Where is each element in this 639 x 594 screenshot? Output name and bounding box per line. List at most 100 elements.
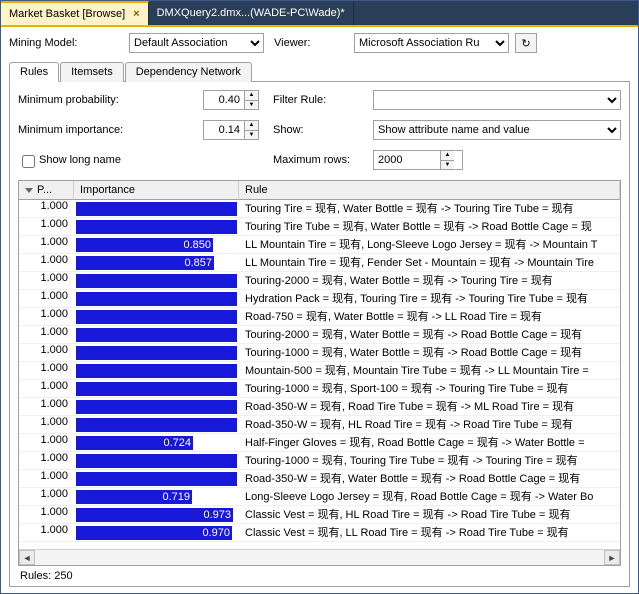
cell-rule: Long-Sleeve Logo Jersey = 现有, Road Bottl…: [239, 488, 620, 505]
cell-rule: Hydration Pack = 现有, Touring Tire = 现有 -…: [239, 290, 620, 307]
table-row[interactable]: 1.0000.719Long-Sleeve Logo Jersey = 现有, …: [19, 488, 620, 506]
cell-probability: 1.000: [19, 362, 74, 379]
table-row[interactable]: 1.0001...Road-350-W = 现有, Road Tire Tube…: [19, 398, 620, 416]
spin-down-icon[interactable]: ▼: [441, 161, 454, 170]
min-imp-input[interactable]: [204, 121, 244, 139]
col-header-rule[interactable]: Rule: [239, 181, 620, 200]
cell-rule: Touring-2000 = 现有, Water Bottle = 现有 -> …: [239, 272, 620, 289]
table-row[interactable]: 1.0001...Touring-1000 = 现有, Touring Tire…: [19, 452, 620, 470]
panel-footer: Rules: 250: [18, 566, 621, 582]
cell-probability: 1.000: [19, 272, 74, 289]
col-header-probability[interactable]: P...: [19, 181, 74, 200]
cell-importance: 1...: [74, 218, 239, 235]
table-row[interactable]: 1.0001...Touring Tire Tube = 现有, Water B…: [19, 218, 620, 236]
cell-probability: 1.000: [19, 506, 74, 523]
tab-market-basket[interactable]: Market Basket [Browse] ×: [1, 1, 149, 25]
min-prob-label: Minimum probability:: [18, 94, 119, 106]
max-rows-spinner[interactable]: ▲▼: [373, 150, 463, 170]
min-imp-spinner[interactable]: ▲▼: [203, 120, 259, 140]
tab-label: DMXQuery2.dmx...(WADE-PC\Wade)*: [157, 7, 345, 19]
viewer-label: Viewer:: [274, 37, 324, 49]
table-row[interactable]: 1.0001...Road-350-W = 现有, Water Bottle =…: [19, 470, 620, 488]
filter-rule-select[interactable]: [373, 90, 621, 110]
table-row[interactable]: 1.0000.970Classic Vest = 现有, LL Road Tir…: [19, 524, 620, 542]
close-icon[interactable]: ×: [133, 8, 139, 20]
table-row[interactable]: 1.0001...Touring Tire = 现有, Water Bottle…: [19, 200, 620, 218]
min-prob-spinner[interactable]: ▲▼: [203, 90, 259, 110]
cell-probability: 1.000: [19, 290, 74, 307]
cell-probability: 1.000: [19, 416, 74, 433]
cell-importance: 1...: [74, 272, 239, 289]
rules-panel: Minimum probability: ▲▼ Filter Rule: Min…: [9, 82, 630, 587]
cell-importance: 1...: [74, 416, 239, 433]
table-row[interactable]: 1.0001...Road-750 = 现有, Water Bottle = 现…: [19, 308, 620, 326]
cell-rule: Touring Tire = 现有, Water Bottle = 现有 -> …: [239, 200, 620, 217]
cell-importance: 0.857: [74, 254, 239, 271]
show-select[interactable]: Show attribute name and value: [373, 120, 621, 140]
mining-model-label: Mining Model:: [9, 37, 129, 49]
scroll-right-icon[interactable]: ►: [604, 550, 620, 565]
cell-rule: Classic Vest = 现有, HL Road Tire = 现有 -> …: [239, 506, 620, 523]
cell-rule: Road-350-W = 现有, Water Bottle = 现有 -> Ro…: [239, 470, 620, 487]
content-area: Mining Model: Default Association Viewer…: [1, 25, 638, 593]
cell-probability: 1.000: [19, 434, 74, 451]
cell-rule: Mountain-500 = 现有, Mountain Tire Tube = …: [239, 362, 620, 379]
cell-probability: 1.000: [19, 344, 74, 361]
spin-down-icon[interactable]: ▼: [245, 131, 258, 140]
show-long-name-checkbox[interactable]: [22, 155, 35, 168]
cell-importance: 1...: [74, 290, 239, 307]
spin-up-icon[interactable]: ▲: [245, 121, 258, 131]
cell-importance: 1...: [74, 398, 239, 415]
cell-probability: 1.000: [19, 236, 74, 253]
spin-up-icon[interactable]: ▲: [441, 151, 454, 161]
spin-down-icon[interactable]: ▼: [245, 101, 258, 110]
cell-importance: 1...: [74, 362, 239, 379]
table-row[interactable]: 1.0001...Mountain-500 = 现有, Mountain Tir…: [19, 362, 620, 380]
table-row[interactable]: 1.0001...Road-350-W = 现有, HL Road Tire =…: [19, 416, 620, 434]
subtab-itemsets[interactable]: Itemsets: [60, 62, 124, 82]
col-header-importance[interactable]: Importance: [74, 181, 239, 200]
subtab-dependency-network[interactable]: Dependency Network: [125, 62, 252, 82]
cell-probability: 1.000: [19, 308, 74, 325]
subtab-rules[interactable]: Rules: [9, 62, 59, 82]
cell-importance: 1...: [74, 452, 239, 469]
grid-body[interactable]: 1.0001...Touring Tire = 现有, Water Bottle…: [19, 200, 620, 549]
refresh-icon: ↻: [521, 37, 530, 50]
table-row[interactable]: 1.0001...Touring-2000 = 现有, Water Bottle…: [19, 272, 620, 290]
cell-probability: 1.000: [19, 452, 74, 469]
cell-rule: Classic Vest = 现有, LL Road Tire = 现有 -> …: [239, 524, 620, 541]
table-row[interactable]: 1.0001...Touring-1000 = 现有, Water Bottle…: [19, 344, 620, 362]
mining-model-select[interactable]: Default Association: [129, 33, 264, 53]
min-prob-input[interactable]: [204, 91, 244, 109]
tab-dmxquery[interactable]: DMXQuery2.dmx...(WADE-PC\Wade)*: [149, 1, 354, 25]
horizontal-scrollbar[interactable]: ◄ ►: [19, 549, 620, 565]
cell-probability: 1.000: [19, 524, 74, 541]
cell-importance: 0.970: [74, 524, 239, 541]
table-row[interactable]: 1.0001...Touring-1000 = 现有, Sport-100 = …: [19, 380, 620, 398]
tab-label: Market Basket [Browse]: [9, 8, 125, 20]
show-label: Show:: [273, 124, 304, 136]
refresh-button[interactable]: ↻: [515, 33, 537, 53]
cell-importance: 0.973: [74, 506, 239, 523]
scroll-track[interactable]: [35, 550, 604, 565]
table-row[interactable]: 1.0000.973Classic Vest = 现有, HL Road Tir…: [19, 506, 620, 524]
table-row[interactable]: 1.0000.857LL Mountain Tire = 现有, Fender …: [19, 254, 620, 272]
subtabs: Rules Itemsets Dependency Network: [9, 61, 630, 82]
cell-rule: Touring-1000 = 现有, Touring Tire Tube = 现…: [239, 452, 620, 469]
cell-importance: 1...: [74, 326, 239, 343]
cell-importance: 1...: [74, 470, 239, 487]
rules-count-label: Rules: 250: [20, 570, 73, 582]
table-row[interactable]: 1.0001...Touring-2000 = 现有, Water Bottle…: [19, 326, 620, 344]
cell-importance: 1...: [74, 308, 239, 325]
max-rows-input[interactable]: [374, 151, 440, 169]
grid-header: P... Importance Rule: [19, 181, 620, 200]
spin-up-icon[interactable]: ▲: [245, 91, 258, 101]
cell-rule: Half-Finger Gloves = 现有, Road Bottle Cag…: [239, 434, 620, 451]
table-row[interactable]: 1.0000.850LL Mountain Tire = 现有, Long-Sl…: [19, 236, 620, 254]
scroll-left-icon[interactable]: ◄: [19, 550, 35, 565]
cell-rule: LL Mountain Tire = 现有, Fender Set - Moun…: [239, 254, 620, 271]
viewer-select[interactable]: Microsoft Association Ru: [354, 33, 509, 53]
table-row[interactable]: 1.0000.724Half-Finger Gloves = 现有, Road …: [19, 434, 620, 452]
cell-probability: 1.000: [19, 200, 74, 217]
table-row[interactable]: 1.0001...Hydration Pack = 现有, Touring Ti…: [19, 290, 620, 308]
